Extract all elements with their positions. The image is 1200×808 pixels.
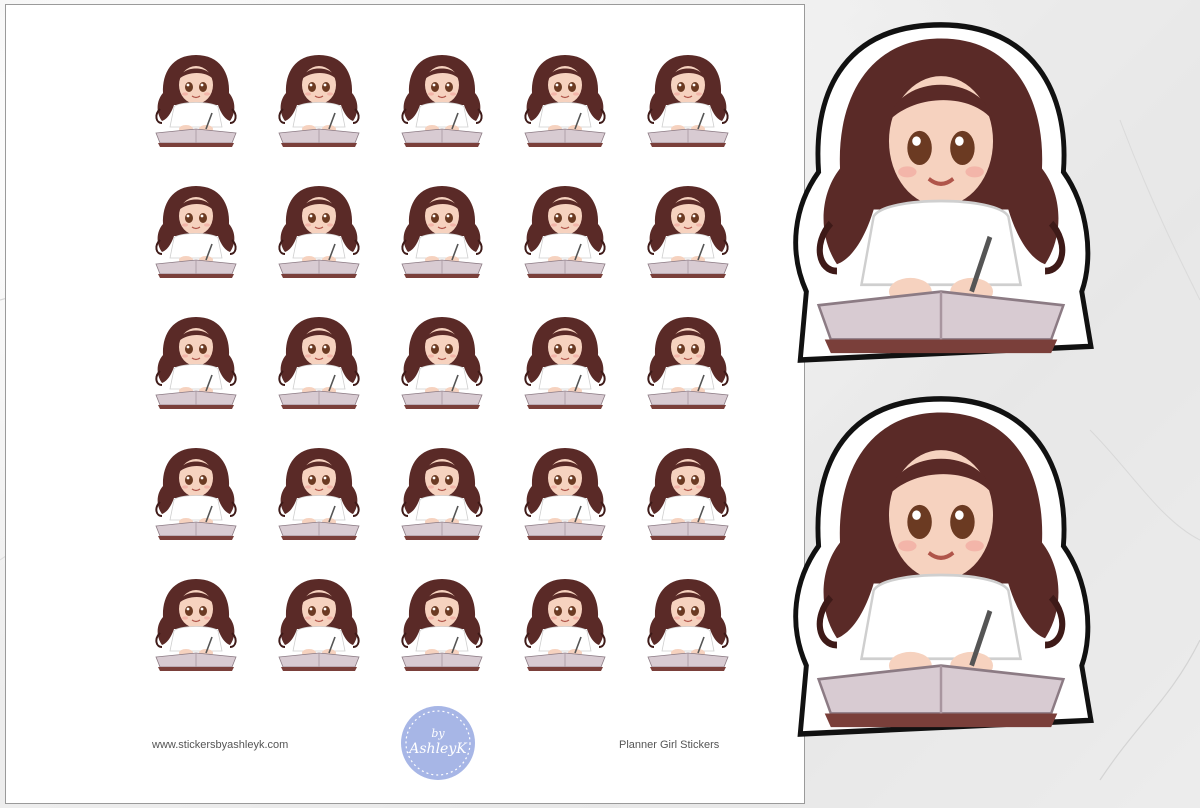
logo-by: by	[431, 727, 445, 740]
girl-illustration	[278, 448, 360, 540]
girl-illustration-large	[793, 22, 1094, 363]
sticker	[515, 49, 615, 153]
sticker	[269, 180, 369, 284]
girl-illustration	[647, 55, 729, 147]
sticker	[515, 573, 615, 677]
sticker	[515, 311, 615, 415]
girl-illustration	[401, 579, 483, 671]
sticker	[392, 311, 492, 415]
logo-script: AshleyK	[407, 741, 468, 757]
sticker	[146, 180, 246, 284]
sticker-grid	[146, 49, 746, 677]
sticker	[638, 49, 738, 153]
sticker	[146, 442, 246, 546]
girl-illustration	[524, 55, 606, 147]
sticker	[515, 180, 615, 284]
girl-illustration	[524, 579, 606, 671]
girl-illustration	[278, 317, 360, 409]
girl-illustration	[524, 186, 606, 278]
sticker	[269, 442, 369, 546]
girl-illustration	[401, 55, 483, 147]
girl-illustration	[401, 186, 483, 278]
sticker	[392, 573, 492, 677]
girl-illustration	[401, 317, 483, 409]
girl-illustration	[155, 317, 237, 409]
girl-illustration	[647, 579, 729, 671]
girl-illustration	[155, 579, 237, 671]
girl-illustration	[155, 186, 237, 278]
sticker	[638, 180, 738, 284]
sticker	[146, 311, 246, 415]
sticker	[269, 573, 369, 677]
girl-illustration	[278, 55, 360, 147]
brand-logo: by AshleyK	[400, 705, 476, 781]
website-url: www.stickersbyashleyk.com	[152, 739, 289, 751]
girl-illustration	[524, 317, 606, 409]
girl-illustration	[647, 448, 729, 540]
sticker	[638, 442, 738, 546]
sticker	[146, 573, 246, 677]
girl-illustration	[155, 448, 237, 540]
sticker	[392, 442, 492, 546]
girl-illustration	[647, 186, 729, 278]
sticker	[515, 442, 615, 546]
sticker	[269, 311, 369, 415]
sticker	[269, 49, 369, 153]
girl-illustration	[401, 448, 483, 540]
sticker	[392, 180, 492, 284]
large-sticker-top	[788, 18, 1094, 374]
girl-illustration	[647, 317, 729, 409]
sticker	[638, 311, 738, 415]
girl-illustration	[155, 55, 237, 147]
sticker-sheet: www.stickersbyashleyk.com by AshleyK Pla…	[5, 4, 805, 804]
girl-illustration	[278, 186, 360, 278]
large-sticker-bottom	[788, 392, 1094, 748]
sheet-title: Planner Girl Stickers	[619, 739, 720, 751]
sticker	[146, 49, 246, 153]
sticker	[638, 573, 738, 677]
girl-illustration	[278, 579, 360, 671]
sticker	[392, 49, 492, 153]
girl-illustration-large	[793, 396, 1094, 737]
girl-illustration	[524, 448, 606, 540]
